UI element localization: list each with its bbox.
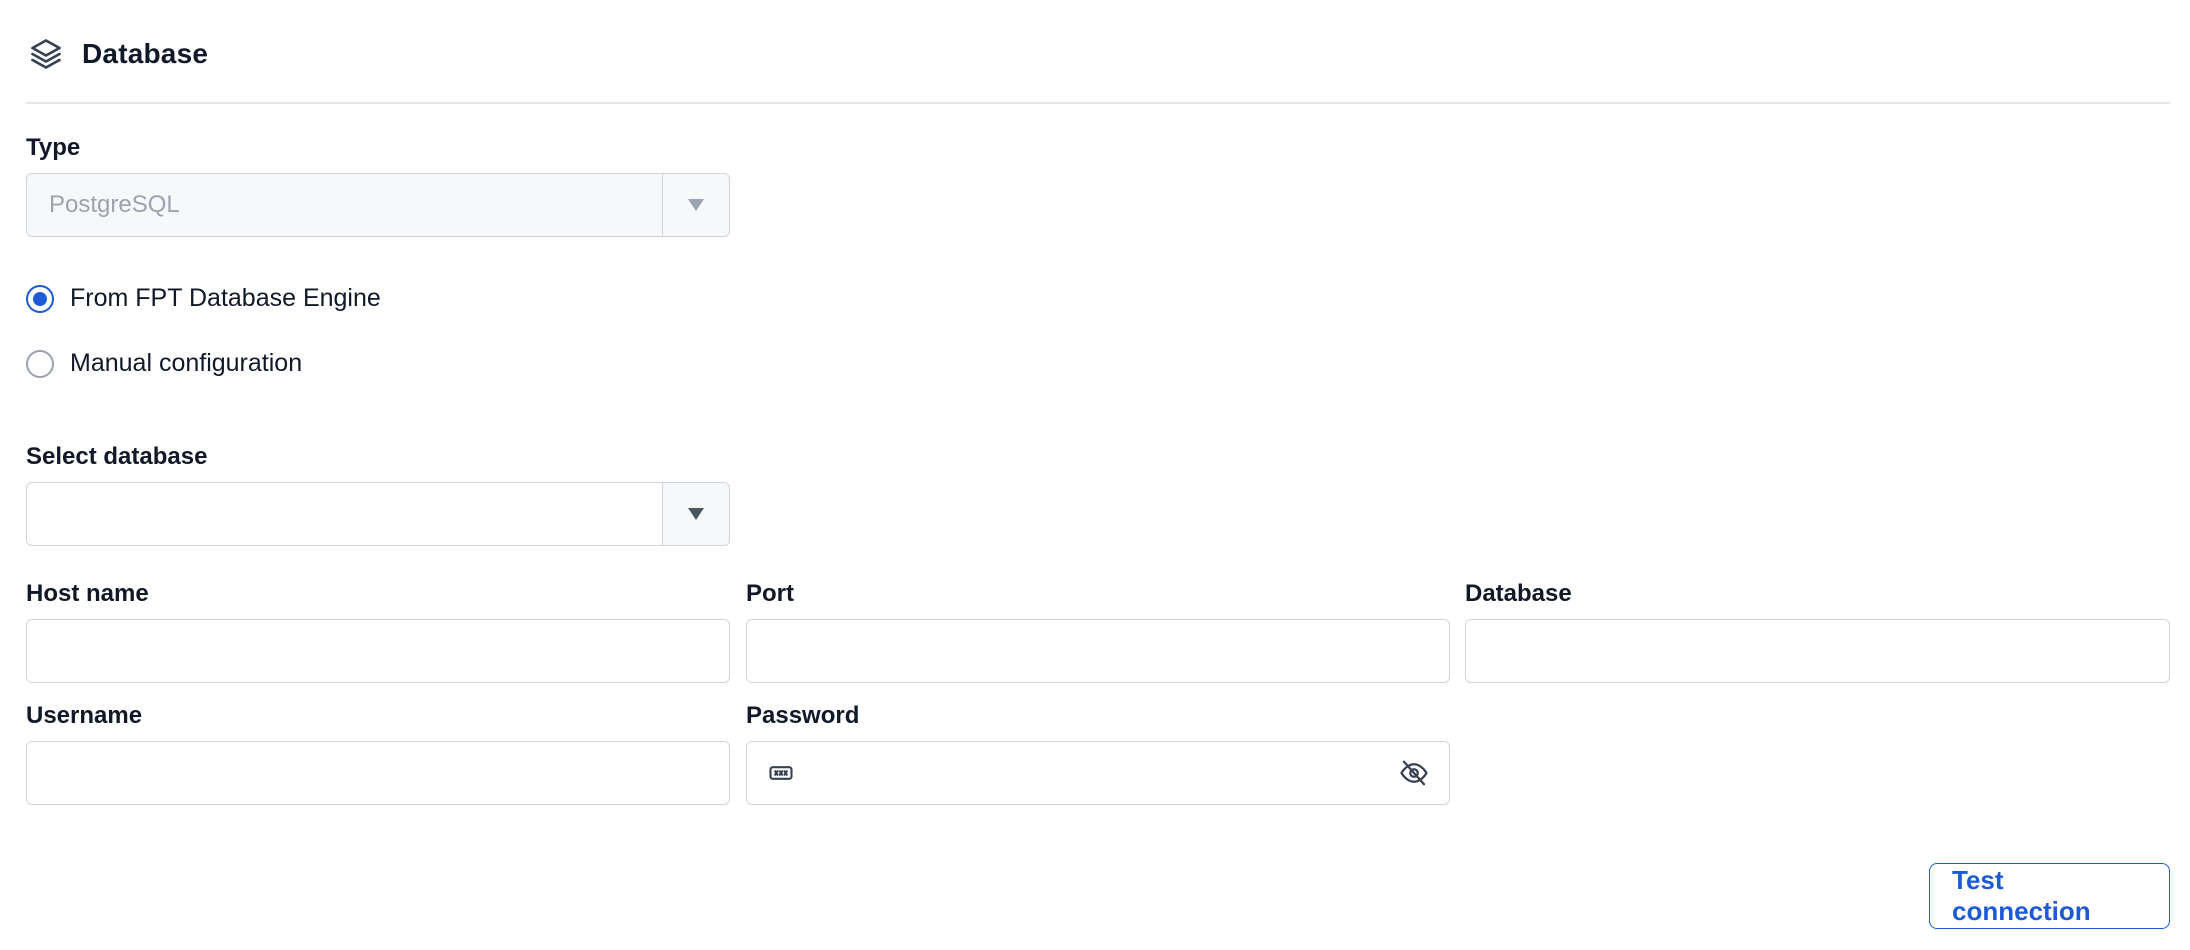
select-database-label: Select database — [26, 443, 208, 470]
host-name-input[interactable] — [26, 619, 730, 683]
type-label: Type — [26, 134, 81, 161]
section-title: Database — [82, 38, 209, 69]
chevron-down-icon — [688, 199, 704, 211]
radio-option-manual[interactable]: Manual configuration — [26, 349, 302, 378]
select-database-dropdown[interactable] — [26, 482, 730, 546]
port-label: Port — [746, 580, 794, 607]
username-input[interactable] — [26, 741, 730, 805]
radio-manual-label: Manual configuration — [70, 349, 303, 377]
select-database-value — [27, 483, 662, 545]
radio-fpt-engine[interactable] — [26, 284, 54, 313]
type-select-toggle[interactable] — [662, 174, 729, 236]
database-name-input[interactable] — [1465, 619, 2170, 683]
select-database-toggle[interactable] — [662, 483, 729, 545]
type-select[interactable]: PostgreSQL — [26, 173, 730, 237]
chevron-down-icon — [688, 508, 704, 520]
layers-icon — [26, 34, 66, 74]
header-divider — [26, 102, 2170, 104]
type-select-value: PostgreSQL — [49, 191, 180, 218]
password-label: Password — [746, 702, 860, 729]
password-key-icon — [767, 759, 795, 787]
eye-off-icon[interactable] — [1399, 758, 1429, 788]
section-header: Database — [26, 34, 208, 74]
radio-option-fpt-engine[interactable]: From FPT Database Engine — [26, 284, 381, 313]
port-input[interactable] — [746, 619, 1450, 683]
radio-manual[interactable] — [26, 349, 54, 378]
radio-fpt-engine-label: From FPT Database Engine — [70, 284, 381, 312]
test-connection-button[interactable]: Test connection — [1929, 863, 2170, 929]
host-name-label: Host name — [26, 580, 149, 607]
database-settings-page: Database Type PostgreSQL From FPT Databa… — [0, 0, 2190, 950]
username-label: Username — [26, 702, 143, 729]
database-name-label: Database — [1465, 580, 1572, 607]
password-input[interactable] — [746, 741, 1450, 805]
